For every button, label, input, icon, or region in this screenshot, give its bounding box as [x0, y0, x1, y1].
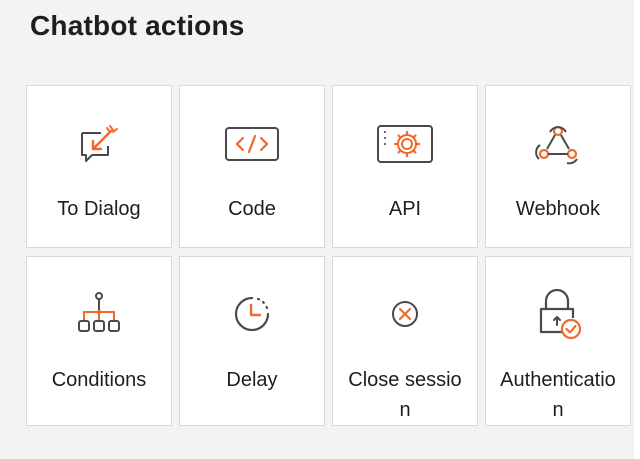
api-gear-icon: [375, 114, 435, 174]
action-delay[interactable]: Delay: [179, 256, 325, 426]
action-label: Delay: [226, 369, 278, 391]
action-conditions[interactable]: Conditions: [26, 256, 172, 426]
dialog-arrow-icon: [69, 114, 129, 174]
action-label: Webhook: [515, 198, 601, 220]
action-label: Code: [228, 198, 276, 220]
action-label: Conditions: [51, 369, 147, 391]
delay-clock-icon: [222, 284, 282, 344]
conditions-tree-icon: [69, 284, 129, 344]
close-circle-icon: [375, 284, 435, 344]
lock-check-icon: [528, 284, 588, 344]
action-api[interactable]: API: [332, 85, 478, 248]
action-webhook[interactable]: Webhook: [485, 85, 631, 248]
code-icon: [222, 114, 282, 174]
chatbot-actions-panel: Chatbot actions To Dialog Code API Webho…: [0, 0, 640, 459]
panel-edge: [634, 0, 640, 459]
action-close-session[interactable]: Close session: [332, 256, 478, 426]
action-label: API: [388, 198, 422, 220]
action-label: To Dialog: [57, 198, 141, 220]
actions-grid: To Dialog Code API Webhook Conditions De…: [26, 85, 632, 426]
panel-title: Chatbot actions: [30, 10, 245, 41]
action-label: Close session: [348, 369, 462, 421]
action-authentication[interactable]: Authentication: [485, 256, 631, 426]
action-code[interactable]: Code: [179, 85, 325, 248]
action-label: Authentication: [500, 369, 616, 421]
webhook-icon: [528, 114, 588, 174]
action-to-dialog[interactable]: To Dialog: [26, 85, 172, 248]
